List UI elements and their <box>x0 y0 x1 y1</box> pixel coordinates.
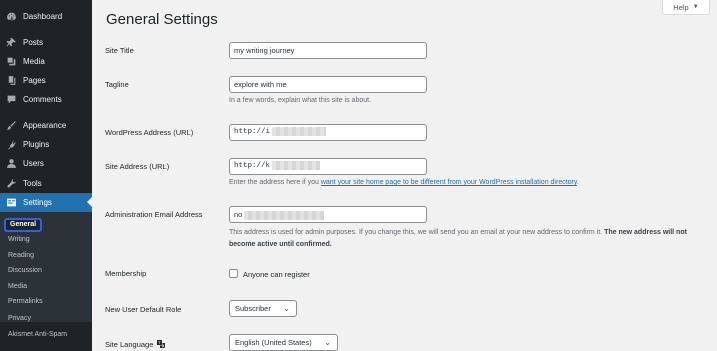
sidebar-item-label: Pages <box>23 76 46 85</box>
media-icon <box>6 56 17 67</box>
redaction-blur <box>244 210 325 220</box>
submenu-item-discussion[interactable]: Discussion <box>8 265 42 277</box>
wrench-icon <box>6 178 17 189</box>
help-button[interactable]: Help ▼ <box>662 0 710 15</box>
admin-email-input[interactable]: no <box>229 206 427 223</box>
chevron-down-icon: ⌄ <box>324 338 331 347</box>
sidebar-item-label: Media <box>23 57 45 66</box>
sidebar-item-pages[interactable]: Pages <box>0 71 92 90</box>
pages-icon <box>6 75 17 86</box>
wp-address-input[interactable]: http://i <box>229 124 427 141</box>
admin-email-value: no <box>234 210 243 219</box>
site-address-input[interactable]: http://k <box>229 158 427 175</box>
sidebar-item-tools[interactable]: Tools <box>0 174 92 193</box>
sidebar-item-label: Settings <box>23 198 52 207</box>
site-address-desc-end: . <box>576 179 579 186</box>
tagline-value: explore with me <box>234 80 287 89</box>
site-language-label: Site Language <box>105 339 166 351</box>
admin-email-desc-text: This address is used for admin purposes.… <box>229 229 605 236</box>
submenu-item-privacy[interactable]: Privacy <box>8 313 31 325</box>
anyone-can-register-checkbox[interactable] <box>229 269 238 278</box>
submenu-item-general[interactable]: General <box>4 218 43 232</box>
sidebar-item-plugins[interactable]: Plugins <box>0 135 92 154</box>
submenu-item-permalinks[interactable]: Permalinks <box>8 296 43 308</box>
site-title-value: my writing journey <box>234 46 295 55</box>
sidebar-item-label: Comments <box>23 95 62 104</box>
submenu-item-reading[interactable]: Reading <box>8 250 34 262</box>
admin-email-label: Administration Email Address <box>105 210 203 219</box>
anyone-can-register-label: Anyone can register <box>243 270 310 279</box>
site-address-value: http://k <box>234 162 271 170</box>
wp-address-label: WordPress Address (URL) <box>105 128 194 137</box>
tagline-description: In a few words, explain what this site i… <box>229 97 372 104</box>
sidebar-item-label: Appearance <box>23 121 67 130</box>
settings-submenu: General Writing Reading Discussion Media… <box>0 212 92 322</box>
submenu-item-writing[interactable]: Writing <box>8 234 30 246</box>
sidebar-item-appearance[interactable]: Appearance <box>0 116 92 135</box>
sidebar-item-users[interactable]: Users <box>0 154 92 173</box>
help-label: Help <box>673 2 689 12</box>
sidebar-item-label: Tools <box>23 179 42 188</box>
chevron-down-icon: ⌄ <box>283 304 290 313</box>
wp-address-value: http://i <box>234 128 271 136</box>
site-address-description: Enter the address here if you want your … <box>229 179 579 186</box>
sidebar-item-dashboard[interactable]: Dashboard <box>0 7 92 26</box>
site-language-value: English (United States) <box>235 338 312 347</box>
pin-icon <box>6 37 17 48</box>
redaction-blur <box>272 160 321 170</box>
submenu-item-media[interactable]: Media <box>8 281 27 293</box>
brush-icon <box>6 120 17 131</box>
user-icon <box>6 158 17 169</box>
tagline-label: Tagline <box>105 80 129 89</box>
admin-email-description: This address is used for admin purposes.… <box>229 227 699 251</box>
page-title: General Settings <box>106 11 218 28</box>
sidebar-item-posts[interactable]: Posts <box>0 33 92 52</box>
site-title-input[interactable]: my writing journey <box>229 42 427 59</box>
sidebar-item-label: Users <box>23 159 44 168</box>
settings-icon <box>6 197 17 208</box>
site-language-select[interactable]: English (United States) ⌄ <box>229 334 338 351</box>
default-role-label: New User Default Role <box>105 305 182 314</box>
plug-icon <box>6 139 17 150</box>
site-address-label: Site Address (URL) <box>105 162 170 171</box>
sidebar-item-label: Dashboard <box>23 12 63 21</box>
site-title-label: Site Title <box>105 46 134 55</box>
sidebar-item-media[interactable]: Media <box>0 52 92 71</box>
translation-icon <box>156 339 166 351</box>
sidebar-item-settings[interactable]: Settings <box>0 193 92 212</box>
redaction-blur <box>272 126 327 136</box>
sidebar-item-label: Plugins <box>23 140 50 149</box>
default-role-select[interactable]: Subscriber ⌄ <box>229 300 297 317</box>
site-address-desc-text: Enter the address here if you <box>229 179 321 186</box>
default-role-value: Subscriber <box>235 304 271 313</box>
site-language-label-text: Site Language <box>105 339 154 349</box>
membership-label: Membership <box>105 269 147 278</box>
tagline-input[interactable]: explore with me <box>229 76 427 93</box>
comment-icon <box>6 94 17 105</box>
caret-down-icon: ▼ <box>692 4 699 10</box>
sidebar-item-label: Posts <box>23 38 44 47</box>
admin-sidebar: Dashboard Posts Media Pages Comments App… <box>0 0 92 351</box>
sidebar-item-comments[interactable]: Comments <box>0 90 92 109</box>
site-address-help-link[interactable]: want your site home page to be different… <box>321 179 577 186</box>
submenu-item-akismet[interactable]: Akismet Anti-Spam <box>8 329 67 341</box>
dashboard-icon <box>6 11 17 22</box>
